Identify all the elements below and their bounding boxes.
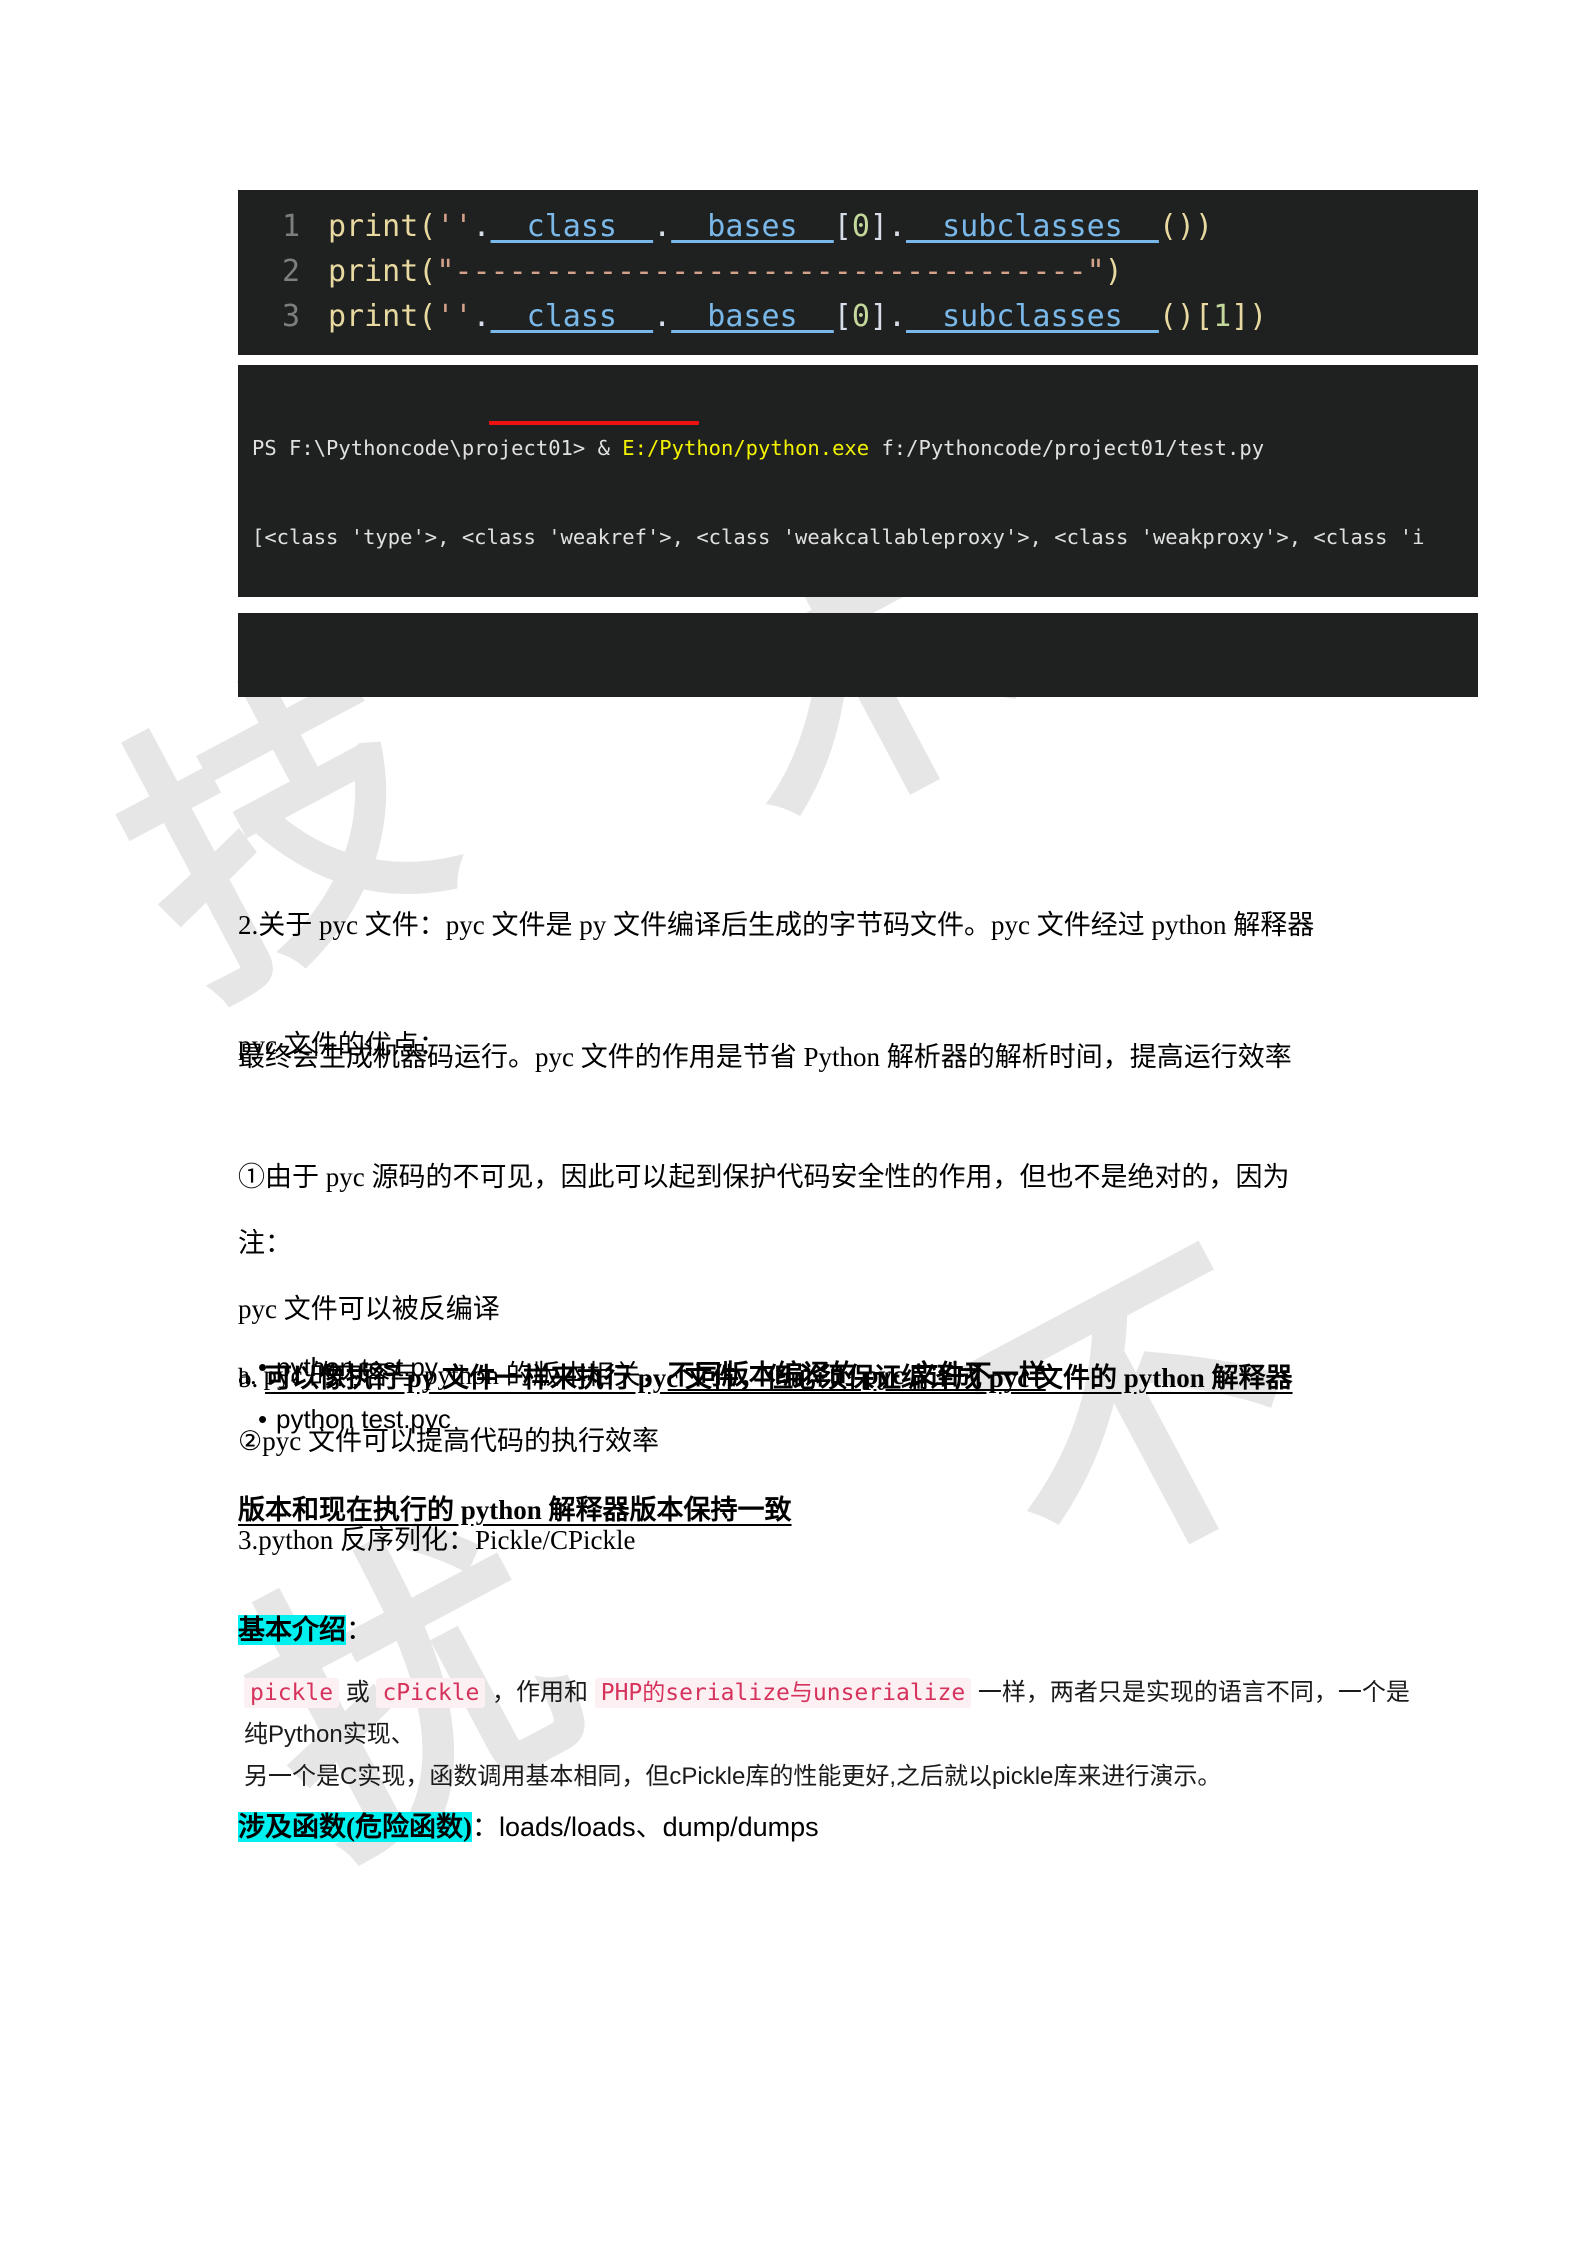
pyc-advantages-title: pyc 文件的优点： xyxy=(238,1030,446,1060)
prompt-suffix: f:/Pythoncode/project01/test.py xyxy=(869,436,1265,460)
basic-intro-colon: ： xyxy=(346,1615,373,1645)
functions-value: loads/loads、dump/dumps xyxy=(498,1812,819,1842)
terminal-prompt-line: PS F:\Pythoncode\project01> & E:/Python/… xyxy=(252,434,1464,464)
cpickle-code-chip: cPickle xyxy=(376,1678,486,1708)
functions-colon: ： xyxy=(471,1812,499,1842)
terminal-output-line: ----------------------------------- xyxy=(252,684,1464,697)
prompt-prefix: PS F:\Pythoncode\project01> & xyxy=(252,436,623,460)
code-line-content: print(''.__class__.__bases__[0].__subcla… xyxy=(328,209,1214,244)
pickle-code-chip: pickle xyxy=(244,1678,340,1708)
line-number: 1 xyxy=(281,209,300,244)
pickle-desc-line-2: 另一个是C实现，函数调用基本相同，但cPickle库的性能更好,之后就以pick… xyxy=(244,1763,1222,1790)
terminal-output-block: PS F:\Pythoncode\project01> & E:/Python/… xyxy=(238,365,1478,597)
code-line: 2 print("-------------------------------… xyxy=(238,249,1478,294)
section3-title: 3.python 反序列化：Pickle/CPickle xyxy=(238,1525,636,1555)
list-item: • python test.pyc xyxy=(258,1404,451,1435)
document-page: 1 print(''.__class__.__bases__[0].__subc… xyxy=(0,0,1587,2245)
code-line: 1 print(''.__class__.__bases__[0].__subc… xyxy=(238,204,1478,249)
functions-heading: 涉及函数(危险函数)：loads/loads、dump/dumps xyxy=(238,1805,1408,1849)
line-number: 2 xyxy=(281,254,300,289)
pickle-text: 或 xyxy=(339,1679,377,1706)
bullet-icon: • xyxy=(258,1404,268,1434)
bullet-icon: • xyxy=(258,1352,268,1382)
terminal-output-block-2: ----------------------------------- <cla… xyxy=(238,613,1478,697)
basic-intro-heading: 基本介绍： xyxy=(238,1608,1408,1652)
code-line-content: print("---------------------------------… xyxy=(328,254,1123,289)
functions-label: 涉及函数(危险函数) xyxy=(238,1812,472,1842)
python-exe-path: E:/Python/python.exe xyxy=(622,436,870,460)
line-number: 3 xyxy=(281,299,300,334)
pickle-desc-line-1: pickle 或 cPickle ，作用和 PHP的serialize与unse… xyxy=(244,1672,1424,1756)
php-serialize-code-chip: PHP的serialize与unserialize xyxy=(594,1678,972,1708)
basic-intro-label: 基本介绍 xyxy=(238,1615,346,1645)
pickle-description-paragraph: pickle 或 cPickle ，作用和 PHP的serialize与unse… xyxy=(244,1672,1424,1798)
code-line-content: print(''.__class__.__bases__[0].__subcla… xyxy=(328,299,1268,334)
red-annotation-underline xyxy=(489,421,699,425)
note-title: 注： xyxy=(238,1228,292,1258)
note-item-b: b. 可以像执行 py 文件一样来执行 pyc 文件，但必须保证编译成 pyc … xyxy=(238,1268,1408,1620)
list-item: • python test.py xyxy=(258,1352,438,1383)
code-line: 3 print(''.__class__.__bases__[0].__subc… xyxy=(238,294,1478,339)
bullet-text: python test.py xyxy=(276,1352,438,1382)
bullet-text: python test.pyc xyxy=(276,1404,451,1434)
terminal-output-line: [<class 'type'>, <class 'weakref'>, <cla… xyxy=(252,524,1425,549)
pickle-text: ，作用和 xyxy=(485,1679,595,1706)
python-code-block: 1 print(''.__class__.__bases__[0].__subc… xyxy=(238,190,1478,355)
